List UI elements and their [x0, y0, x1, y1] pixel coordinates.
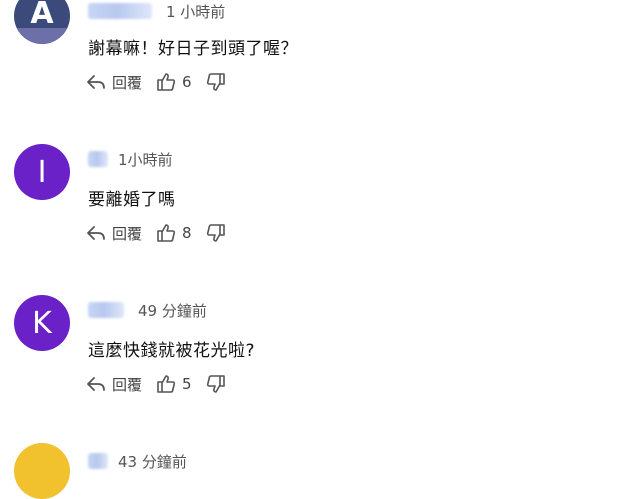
- comment-text: 要離婚了嗎: [88, 190, 176, 210]
- username-blurred[interactable]: [88, 302, 124, 318]
- dislike-button[interactable]: [206, 223, 226, 243]
- username-blurred[interactable]: [88, 453, 108, 469]
- avatar[interactable]: [14, 443, 70, 499]
- thumbs-down-icon: [206, 375, 225, 393]
- comment-actions: 回覆 6: [86, 71, 240, 93]
- thumbs-up-icon: [157, 375, 176, 393]
- comment-time: 1小時前: [118, 150, 173, 169]
- reply-label: 回覆: [112, 224, 143, 243]
- username-blurred[interactable]: [88, 3, 152, 19]
- comment-meta: 49 分鐘前: [88, 299, 207, 321]
- comment-time: 43 分鐘前: [118, 452, 187, 471]
- comment-meta: 1 小時前: [88, 0, 225, 22]
- comment-time: 49 分鐘前: [138, 301, 207, 320]
- comment-actions: 回覆 8: [86, 222, 240, 244]
- comment-actions: 回覆 5: [86, 373, 240, 395]
- avatar[interactable]: A: [14, 0, 70, 44]
- avatar[interactable]: I: [14, 144, 70, 200]
- like-count: 6: [182, 73, 192, 91]
- thumbs-down-icon: [206, 224, 225, 242]
- reply-button[interactable]: 回覆: [86, 72, 142, 93]
- reply-button[interactable]: 回覆: [86, 223, 142, 244]
- avatar[interactable]: K: [14, 295, 70, 351]
- like-count: 5: [182, 375, 192, 393]
- thumbs-down-icon: [206, 73, 225, 91]
- like-button[interactable]: 6: [156, 72, 192, 92]
- comment-meta: 1小時前: [88, 148, 173, 170]
- comment-text: 這麼快錢就被花光啦?: [88, 341, 256, 361]
- reply-label: 回覆: [112, 375, 143, 394]
- reply-label: 回覆: [112, 73, 143, 92]
- dislike-button[interactable]: [206, 374, 226, 394]
- comment-time: 1 小時前: [166, 2, 226, 21]
- like-button[interactable]: 5: [156, 374, 192, 394]
- like-button[interactable]: 8: [156, 223, 192, 243]
- username-blurred[interactable]: [88, 151, 108, 167]
- reply-arrow-icon: [87, 75, 105, 89]
- reply-button[interactable]: 回覆: [86, 374, 142, 395]
- reply-arrow-icon: [87, 226, 105, 240]
- thumbs-up-icon: [157, 73, 176, 91]
- like-count: 8: [182, 224, 192, 242]
- dislike-button[interactable]: [206, 72, 226, 92]
- reply-arrow-icon: [87, 377, 105, 391]
- thumbs-up-icon: [157, 224, 176, 242]
- comment-text: 謝幕嘛！好日子到頭了喔？: [88, 39, 298, 59]
